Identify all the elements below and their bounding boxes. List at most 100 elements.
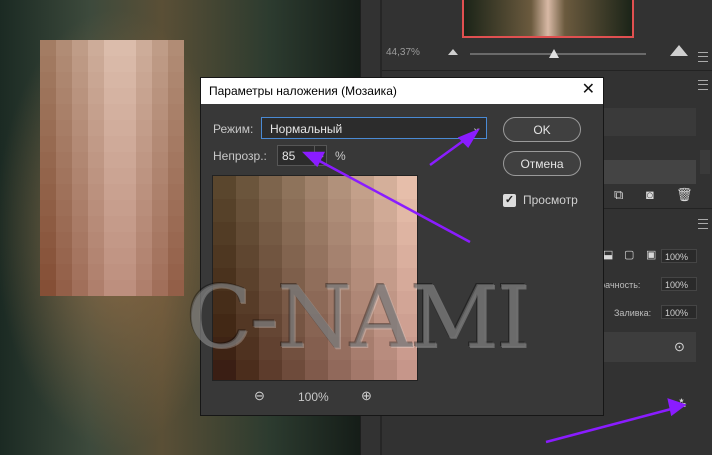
mosaic-tile [168, 184, 184, 200]
mosaic-tile [104, 120, 120, 136]
mosaic-tile [88, 200, 104, 216]
mosaic-tile [397, 199, 417, 222]
mosaic-tile [282, 314, 305, 337]
mosaic-tile [328, 337, 351, 360]
mosaic-tile [152, 232, 168, 248]
mosaic-tile [213, 360, 236, 380]
mosaic-tile [397, 291, 417, 314]
mosaic-tile [88, 184, 104, 200]
mosaic-tile [120, 216, 136, 232]
zoom-out-icon[interactable]: ⊖ [254, 388, 265, 404]
panel-menu-icon[interactable] [698, 219, 708, 229]
mosaic-tile [351, 314, 374, 337]
scrollbar[interactable] [700, 150, 710, 174]
zoom-slider-knob[interactable] [549, 49, 559, 58]
mosaic-tile [56, 136, 72, 152]
mosaic-tile [351, 360, 374, 380]
mosaic-tile [120, 184, 136, 200]
preview-zoom-value: 100% [298, 390, 329, 404]
trash-icon[interactable]: 🗑 [676, 188, 693, 202]
preview-label[interactable]: Просмотр [523, 193, 578, 207]
mosaic-tile [88, 40, 104, 56]
layer-fill-field[interactable]: 100% [661, 305, 697, 319]
mosaic-tile [72, 200, 88, 216]
mosaic-tile [168, 216, 184, 232]
panel-menu-icon[interactable] [698, 52, 708, 62]
mosaic-tile [168, 40, 184, 56]
opacity-value: 85 [282, 149, 296, 163]
mosaic-tile [328, 245, 351, 268]
mosaic-tile [168, 104, 184, 120]
mosaic-tile [88, 248, 104, 264]
mosaic-tile [152, 88, 168, 104]
mosaic-tile [56, 280, 72, 296]
panel-menu-icon[interactable] [698, 80, 708, 90]
mosaic-tile [152, 248, 168, 264]
filter-options-icon[interactable]: ≛ [676, 398, 687, 412]
mosaic-tile [40, 152, 56, 168]
cancel-button[interactable]: Отмена [503, 151, 581, 176]
mosaic-tile [120, 40, 136, 56]
navigator-thumbnail[interactable] [462, 0, 634, 38]
blending-options-dialog: Параметры наложения (Мозаика) ✕ Режим: Н… [200, 77, 604, 416]
mosaic-tile [40, 88, 56, 104]
mosaic-tile [56, 72, 72, 88]
mosaic-tile [152, 120, 168, 136]
chevron-down-icon[interactable]: ⌄ [314, 145, 328, 166]
zoom-in-icon[interactable]: ⊕ [361, 388, 372, 404]
mosaic-tile [40, 56, 56, 72]
mosaic-tile [72, 72, 88, 88]
mosaic-tile [136, 168, 152, 184]
mosaic-tile [152, 264, 168, 280]
layer-style-icon[interactable]: ⊙ [674, 340, 685, 354]
mosaic-tile [213, 337, 236, 360]
lock-move-icon[interactable]: ⬓ [603, 248, 613, 262]
mosaic-tile [213, 314, 236, 337]
mosaic-tile [259, 360, 282, 380]
close-icon[interactable]: ✕ [582, 81, 595, 99]
zoom-out-mountain-icon[interactable] [448, 49, 458, 55]
mosaic-tile [259, 176, 282, 199]
mosaic-tile [88, 104, 104, 120]
dialog-titlebar[interactable]: Параметры наложения (Мозаика) ✕ [201, 78, 603, 104]
camera-icon[interactable]: ◙ [646, 188, 654, 202]
opacity-field[interactable]: 85 ⌄ [277, 145, 327, 166]
mosaic-tile [72, 88, 88, 104]
zoom-in-mountain-icon[interactable] [670, 45, 688, 56]
mosaic-tile [72, 152, 88, 168]
mosaic-tile [236, 360, 259, 380]
ok-button[interactable]: OK [503, 117, 581, 142]
mosaic-tile [168, 152, 184, 168]
navigator-zoom-value[interactable]: 44,37% [386, 47, 420, 58]
mosaic-tile [152, 200, 168, 216]
mosaic-tile [120, 56, 136, 72]
mosaic-tile [136, 264, 152, 280]
mosaic-tile [88, 56, 104, 72]
mosaic-tile [236, 176, 259, 199]
mosaic-tile [72, 280, 88, 296]
mosaic-tile [168, 232, 184, 248]
mosaic-tile [168, 248, 184, 264]
new-layer-icon[interactable]: ⧉ [614, 188, 623, 202]
mosaic-tile [40, 104, 56, 120]
mosaic-tile [88, 264, 104, 280]
mode-label: Режим: [213, 122, 254, 136]
layer-blend-field[interactable]: 100% [661, 249, 697, 263]
preview-image[interactable] [212, 175, 418, 381]
mosaic-tile [282, 291, 305, 314]
preview-checkbox[interactable]: ✓ [503, 194, 516, 207]
lock-all-icon[interactable]: ▣ [646, 248, 656, 262]
mosaic-tile [397, 222, 417, 245]
mosaic-tile [305, 245, 328, 268]
layer-opacity-field[interactable]: 100% [661, 277, 697, 291]
mosaic-tile [72, 104, 88, 120]
mosaic-tile [282, 360, 305, 380]
mosaic-tile [136, 72, 152, 88]
mosaic-tile [56, 248, 72, 264]
mode-select[interactable]: Нормальный ⌄ [261, 117, 487, 139]
mosaic-tile [282, 337, 305, 360]
mosaic-tile [397, 314, 417, 337]
lock-artboard-icon[interactable]: ▢ [624, 248, 634, 262]
mosaic-tile [136, 184, 152, 200]
mosaic-tile [152, 168, 168, 184]
